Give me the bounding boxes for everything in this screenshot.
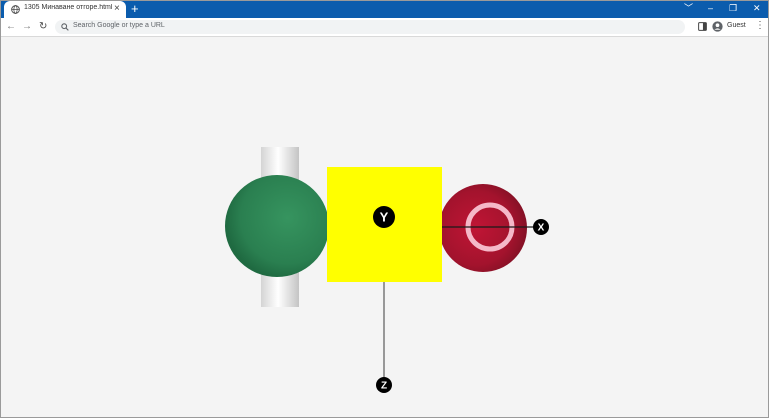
guest-label[interactable]: Guest (727, 22, 746, 29)
minimize-button[interactable]: – (708, 2, 713, 14)
browser-menu-button[interactable]: ⋮ (755, 19, 765, 33)
green-sphere (225, 175, 329, 277)
reload-button[interactable]: ↻ (39, 20, 47, 34)
side-panel-icon[interactable] (698, 22, 707, 31)
forward-button[interactable]: → (22, 20, 32, 34)
browser-tab[interactable]: 1305 Минаване отгоре.html × (4, 1, 126, 18)
browser-titlebar: 1305 Минаване отгоре.html × + ﹀ – ❐ ✕ (0, 0, 769, 18)
address-bar[interactable]: Search Google or type a URL (55, 20, 685, 34)
browser-toolbar: ← → ↻ Search Google or type a URL (0, 18, 769, 37)
close-window-button[interactable]: ✕ (753, 2, 761, 14)
globe-icon (11, 5, 20, 14)
x-axis-label: X (538, 223, 545, 234)
tab-title: 1305 Минаване отгоре.html (24, 4, 112, 11)
address-placeholder: Search Google or type a URL (73, 22, 165, 29)
maximize-button[interactable]: ❐ (729, 2, 737, 14)
y-axis-label: Y (380, 210, 389, 225)
new-tab-button[interactable]: + (131, 1, 139, 16)
scene-viewport[interactable]: Y X Z (0, 37, 769, 418)
tab-search-button[interactable]: ﹀ (684, 2, 693, 14)
search-icon (61, 23, 69, 31)
z-axis-label: Z (381, 381, 387, 392)
guest-profile-icon[interactable] (712, 21, 723, 32)
tab-close-button[interactable]: × (114, 2, 120, 16)
back-button[interactable]: ← (6, 20, 16, 34)
